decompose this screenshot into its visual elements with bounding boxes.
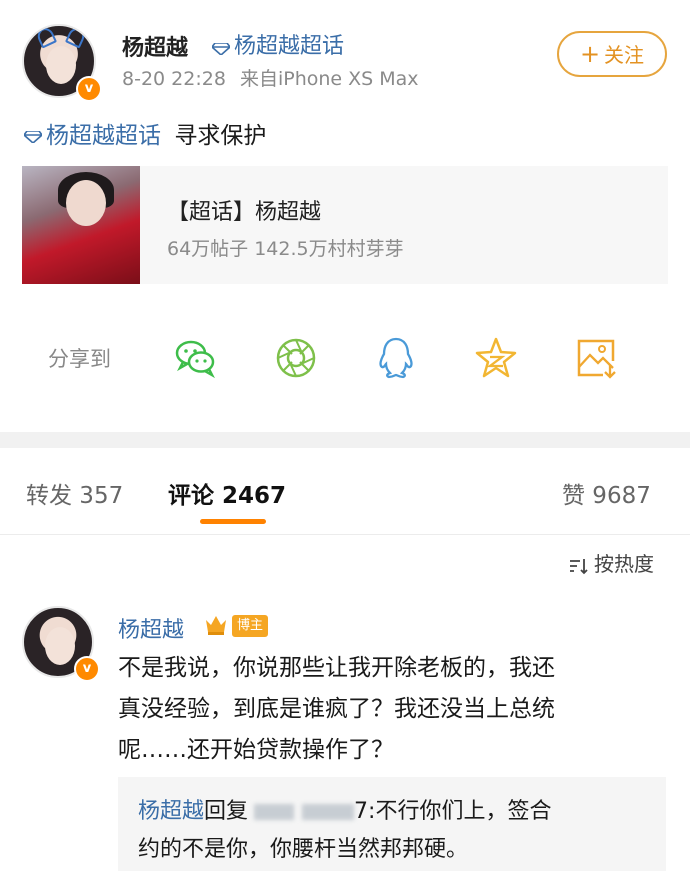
moments-icon[interactable] [273, 335, 319, 381]
tab-likes[interactable]: 赞 9687 [562, 476, 651, 510]
comment-line: 不是我说，你说那些让我开除老板的，我还 [118, 655, 555, 681]
plus-icon: + [579, 40, 601, 68]
post-time: 8-20 22:28 [122, 68, 226, 90]
share-label: 分享到 [48, 347, 111, 371]
supertopic-link[interactable]: 杨超越超话 [212, 28, 344, 60]
redacted-name [302, 804, 355, 820]
follow-button[interactable]: + 关注 [557, 31, 667, 77]
qzone-star-icon[interactable] [473, 335, 519, 381]
save-image-icon[interactable] [573, 335, 619, 381]
author-name[interactable]: 杨超越 [122, 30, 188, 62]
card-title: 【超话】杨超越 [167, 200, 322, 225]
post-meta: 8-20 22:28 来自iPhone XS Max [122, 64, 419, 91]
bow-decoration [34, 26, 58, 49]
avatar-face [45, 627, 75, 665]
reply-text: 杨超越回复 7:不行你们上，签合 约的不是你，你腰杆当然邦邦硬。 [138, 793, 653, 869]
reply-line1-tail: 7:不行你们上，签合 [354, 799, 552, 824]
sort-label: 按热度 [594, 552, 654, 576]
post-body: 杨超越超话 寻求保护 [24, 116, 266, 150]
post-topic-link[interactable]: 杨超越超话 [24, 123, 168, 149]
supertopic-cover-image [22, 166, 140, 284]
reply-author-name[interactable]: 杨超越 [138, 799, 204, 824]
section-divider [0, 432, 690, 448]
card-subtitle: 64万帖子 142.5万村村芽芽 [167, 238, 404, 260]
comment-line: 呢……还开始贷款操作了？ [118, 737, 394, 763]
sort-icon [570, 558, 588, 574]
diamond-icon [212, 42, 230, 55]
reply-preview[interactable]: 杨超越回复 7:不行你们上，签合 约的不是你，你腰杆当然邦邦硬。 [118, 777, 666, 871]
bow-decoration [64, 26, 88, 49]
redacted-name [254, 804, 295, 820]
post-topic-label: 杨超越超话 [46, 123, 161, 149]
active-tab-indicator [200, 519, 266, 524]
verified-badge-icon: v [76, 76, 102, 102]
follow-label: 关注 [604, 43, 645, 67]
sort-by-hot-button[interactable]: 按热度 [568, 548, 654, 577]
comment-text: 不是我说，你说那些让我开除老板的，我还 真没经验，到底是谁疯了？我还没当上总统 … [118, 648, 663, 771]
diamond-icon [24, 130, 42, 143]
tab-comments[interactable]: 评论 2467 [168, 476, 286, 510]
reply-prefix: 回复 [204, 799, 249, 824]
comment-line: 真没经验，到底是谁疯了？我还没当上总统 [118, 696, 555, 722]
supertopic-label: 杨超越超话 [234, 34, 345, 59]
supertopic-card[interactable]: 【超话】杨超越 64万帖子 142.5万村村芽芽 [22, 166, 668, 284]
author-tag-badge: 博主 [232, 615, 269, 637]
cover-figure-face [66, 180, 106, 226]
reply-line2: 约的不是你，你腰杆当然邦邦硬。 [138, 837, 469, 862]
post-source: 来自iPhone XS Max [239, 68, 419, 90]
crown-icon [206, 616, 226, 635]
tab-reposts[interactable]: 转发 357 [26, 476, 123, 510]
tabs-divider [0, 534, 690, 535]
wechat-icon[interactable] [173, 335, 219, 381]
post-text: 寻求保护 [174, 123, 267, 149]
avatar-face [46, 46, 76, 84]
commenter-name[interactable]: 杨超越 [118, 612, 184, 644]
qq-icon[interactable] [373, 335, 419, 381]
verified-badge-icon: v [74, 656, 100, 682]
